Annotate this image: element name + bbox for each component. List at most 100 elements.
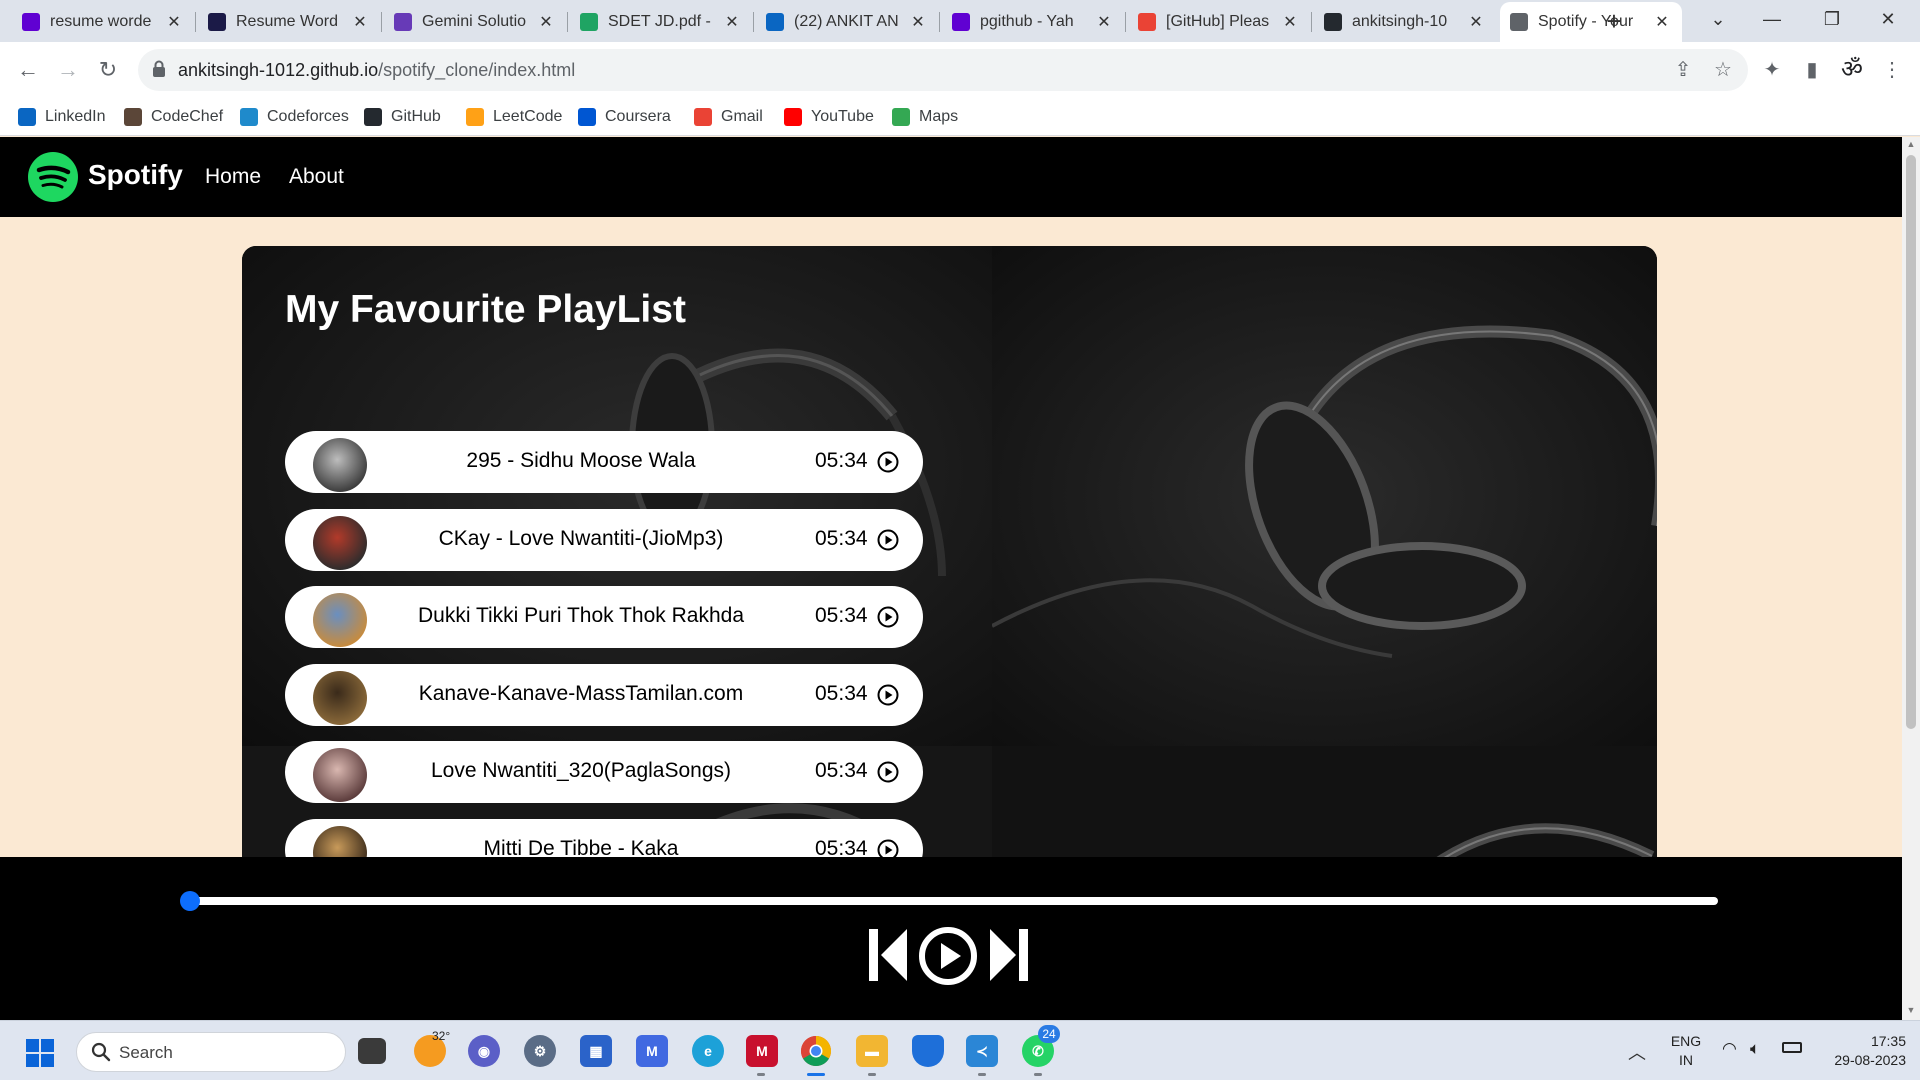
bookmark-codeforces[interactable]: Codeforces bbox=[240, 106, 349, 128]
notes-app-icon[interactable]: M bbox=[636, 1035, 668, 1067]
playlist-title: My Favourite PlayList bbox=[285, 288, 686, 331]
tab-close-icon[interactable]: ✕ bbox=[1652, 12, 1672, 32]
bookmark-coursera[interactable]: Coursera bbox=[578, 106, 671, 128]
nav-about-link[interactable]: About bbox=[289, 165, 344, 189]
song-play-icon[interactable] bbox=[877, 684, 899, 706]
clock-date[interactable]: 29-08-2023 bbox=[1818, 1052, 1906, 1068]
address-bar[interactable]: ankitsingh-1012.github.io/spotify_clone/… bbox=[138, 49, 1748, 91]
mcafee-icon[interactable]: M bbox=[746, 1035, 778, 1067]
song-duration: 05:34 bbox=[815, 681, 868, 705]
battery-icon[interactable] bbox=[1782, 1042, 1802, 1053]
teams-chat-icon[interactable]: ◉ bbox=[468, 1035, 500, 1067]
song-play-icon[interactable] bbox=[877, 761, 899, 783]
tab-search-chevron-icon[interactable]: ⌄ bbox=[1696, 4, 1740, 34]
tab-close-icon[interactable]: ✕ bbox=[350, 12, 370, 32]
wifi-icon[interactable]: ◠ bbox=[1722, 1039, 1737, 1059]
share-icon[interactable]: ⇪ bbox=[1670, 57, 1696, 83]
player-bar bbox=[0, 857, 1902, 1020]
tab-close-icon[interactable]: ✕ bbox=[1094, 12, 1114, 32]
bookmark-maps[interactable]: Maps bbox=[892, 106, 958, 128]
song-play-icon[interactable] bbox=[877, 606, 899, 628]
song-item[interactable]: CKay - Love Nwantiti-(JioMp3) 05:34 bbox=[285, 508, 923, 571]
side-panel-icon[interactable]: ▮ bbox=[1798, 56, 1826, 84]
tab-1[interactable]: Resume Word ✕ bbox=[198, 4, 380, 40]
tab-close-icon[interactable]: ✕ bbox=[722, 12, 742, 32]
song-duration: 05:34 bbox=[815, 759, 868, 782]
defender-shield-icon[interactable] bbox=[912, 1035, 944, 1067]
extensions-icon[interactable]: ✦ bbox=[1758, 56, 1786, 84]
tab-close-icon[interactable]: ✕ bbox=[1280, 12, 1300, 32]
nav-home-link[interactable]: Home bbox=[205, 165, 261, 189]
file-explorer-icon[interactable]: ▬ bbox=[856, 1035, 888, 1067]
song-play-icon[interactable] bbox=[877, 529, 899, 551]
menu-icon[interactable]: ⋮ bbox=[1878, 56, 1906, 84]
bookmark-linkedin[interactable]: LinkedIn bbox=[18, 106, 106, 128]
progress-thumb[interactable] bbox=[180, 891, 200, 911]
new-tab-button[interactable]: + bbox=[1598, 6, 1630, 38]
bookmark-label: YouTube bbox=[811, 108, 874, 125]
minimize-button[interactable]: — bbox=[1750, 4, 1794, 34]
tab-6[interactable]: [GitHub] Pleas ✕ bbox=[1128, 4, 1310, 40]
bookmark-codechef[interactable]: CodeChef bbox=[124, 106, 223, 128]
progress-bar[interactable] bbox=[180, 891, 1718, 911]
tab-3[interactable]: SDET JD.pdf - ✕ bbox=[570, 4, 752, 40]
bookmark-youtube[interactable]: YouTube bbox=[784, 106, 874, 128]
reload-button[interactable]: ↻ bbox=[90, 52, 126, 88]
close-window-button[interactable]: ✕ bbox=[1866, 4, 1910, 34]
resume-worded-icon bbox=[208, 13, 226, 31]
song-item[interactable]: Dukki Tikki Puri Thok Thok Rakhda 05:34 bbox=[285, 586, 923, 648]
tab-8[interactable]: Spotify - Your ✕ bbox=[1500, 2, 1682, 42]
previous-icon[interactable] bbox=[867, 927, 909, 983]
youtube-icon bbox=[784, 108, 802, 126]
language-indicator-bottom[interactable]: IN bbox=[1668, 1052, 1704, 1068]
brand-name[interactable]: Spotify bbox=[88, 159, 183, 191]
chrome-icon[interactable] bbox=[800, 1035, 832, 1067]
back-button[interactable]: ← bbox=[10, 52, 46, 88]
forward-button[interactable]: → bbox=[50, 52, 86, 88]
spotify-logo-icon[interactable] bbox=[28, 152, 78, 202]
tab-close-icon[interactable]: ✕ bbox=[164, 12, 184, 32]
play-icon[interactable] bbox=[918, 926, 978, 986]
task-view-icon[interactable] bbox=[358, 1038, 386, 1064]
next-icon[interactable] bbox=[988, 927, 1030, 983]
scrollbar-thumb[interactable] bbox=[1906, 155, 1916, 729]
song-play-icon[interactable] bbox=[877, 451, 899, 473]
settings-gear-icon[interactable]: ⚙ bbox=[524, 1035, 556, 1067]
song-duration: 05:34 bbox=[815, 449, 868, 472]
bookmark-leetcode[interactable]: LeetCode bbox=[466, 106, 562, 128]
vscode-icon[interactable]: ≺ bbox=[966, 1035, 998, 1067]
song-item[interactable]: Kanave-Kanave-MassTamilan.com 05:34 bbox=[285, 663, 923, 726]
tab-4[interactable]: (22) ANKIT AN ✕ bbox=[756, 4, 938, 40]
clock-time[interactable]: 17:35 bbox=[1818, 1033, 1906, 1049]
edge-browser-icon[interactable]: e bbox=[692, 1035, 724, 1067]
tab-title: [GitHub] Pleas bbox=[1166, 13, 1270, 30]
song-name: CKay - Love Nwantiti-(JioMp3) bbox=[438, 526, 724, 550]
song-item[interactable]: Love Nwantiti_320(PaglaSongs) 05:34 bbox=[285, 741, 923, 803]
volume-icon[interactable]: 🔈︎ bbox=[1750, 1039, 1760, 1059]
page-viewport: Spotify Home About My Favourite PlayList… bbox=[0, 137, 1902, 1020]
tab-7[interactable]: ankitsingh-10 ✕ bbox=[1314, 4, 1496, 40]
taskbar-search-box[interactable]: Search bbox=[76, 1032, 346, 1072]
tab-5[interactable]: pgithub - Yah ✕ bbox=[942, 4, 1124, 40]
tab-0[interactable]: resume worde ✕ bbox=[12, 4, 194, 40]
windows-start-icon[interactable] bbox=[26, 1039, 54, 1067]
song-item[interactable]: 295 - Sidhu Moose Wala 05:34 bbox=[285, 431, 923, 493]
language-indicator-top[interactable]: ENG bbox=[1668, 1033, 1704, 1049]
tray-chevron-up-icon[interactable]: ︿ bbox=[1628, 1039, 1646, 1065]
tab-title: Gemini Solutio bbox=[422, 13, 527, 30]
restore-button[interactable]: ❐ bbox=[1810, 4, 1854, 34]
tab-close-icon[interactable]: ✕ bbox=[1466, 12, 1486, 32]
profile-avatar[interactable]: ॐ bbox=[1838, 56, 1866, 84]
page-scrollbar[interactable]: ▲ ▼ bbox=[1902, 137, 1920, 1020]
bookmark-label: GitHub bbox=[391, 108, 441, 125]
tab-2[interactable]: Gemini Solutio ✕ bbox=[384, 4, 566, 40]
bookmark-github[interactable]: GitHub bbox=[364, 106, 441, 128]
tab-close-icon[interactable]: ✕ bbox=[536, 12, 556, 32]
scroll-up-arrow-icon[interactable]: ▲ bbox=[1906, 139, 1916, 149]
scroll-down-arrow-icon[interactable]: ▼ bbox=[1906, 1005, 1916, 1015]
tab-close-icon[interactable]: ✕ bbox=[908, 12, 928, 32]
bookmark-gmail[interactable]: Gmail bbox=[694, 106, 763, 128]
microsoft-store-icon[interactable]: ▦ bbox=[580, 1035, 612, 1067]
google-drive-icon bbox=[580, 13, 598, 31]
bookmark-star-icon[interactable]: ☆ bbox=[1710, 57, 1736, 83]
